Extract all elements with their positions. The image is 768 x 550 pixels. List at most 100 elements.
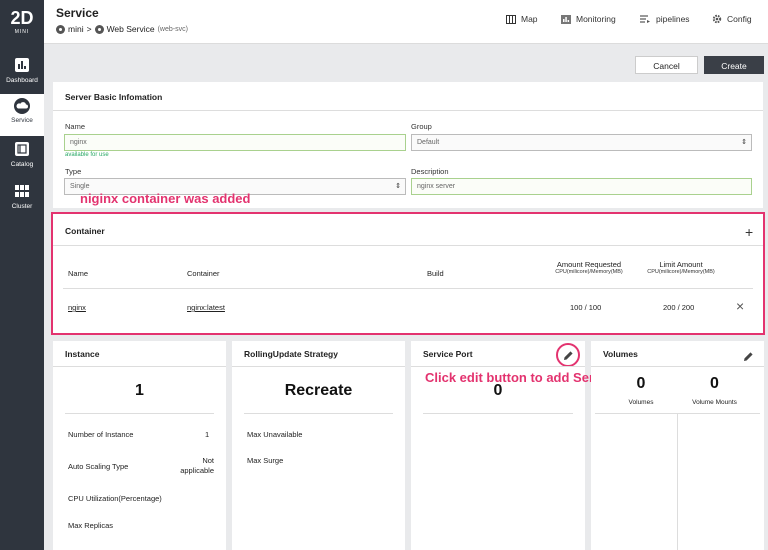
divider — [677, 413, 678, 550]
rolling-update-panel: RollingUpdate Strategy Recreate Max Unav… — [232, 341, 405, 550]
breadcrumb-current: Web Service — [106, 24, 155, 34]
sidebar-item-cluster[interactable]: Cluster — [0, 180, 44, 222]
container-row-image[interactable]: nginx:latest — [187, 303, 225, 312]
nav-map-label: Map — [521, 14, 538, 24]
nav-pipelines-label: pipelines — [656, 14, 690, 24]
sidebar-item-dashboard[interactable]: Dashboard — [0, 54, 44, 96]
select-arrows-icon: ⇕ — [741, 139, 747, 146]
max-replicas-label: Max Replicas — [68, 521, 114, 530]
monitoring-icon — [561, 14, 571, 24]
sidebar-item-service[interactable]: Service — [0, 94, 44, 136]
pencil-icon — [564, 351, 573, 360]
volume-mounts-count-label: Volume Mounts — [692, 399, 737, 406]
breadcrumb-separator: > — [86, 24, 92, 34]
col-limit-amount: Limit Amount CPU(milicore)/Memory(MB) — [631, 260, 731, 275]
divider — [591, 366, 764, 367]
col-limit-amount-unit: CPU(milicore)/Memory(MB) — [647, 269, 715, 275]
pipelines-icon — [640, 15, 650, 23]
sidebar-item-catalog[interactable]: Catalog — [0, 138, 44, 180]
breadcrumb: mini > Web Service (web-svc) — [56, 24, 188, 34]
name-field[interactable]: nginx — [64, 134, 406, 151]
nav-map[interactable]: Map — [506, 14, 538, 24]
breadcrumb-root[interactable]: mini — [68, 24, 84, 34]
cluster-icon — [56, 24, 65, 34]
auto-scaling-type-value: Not applicable — [180, 456, 214, 475]
number-of-instance-label: Number of Instance — [68, 430, 134, 439]
name-validation-hint: available for use — [65, 152, 109, 158]
divider — [232, 366, 405, 367]
panel-title: Server Basic Infomation — [65, 92, 163, 102]
top-header: Service mini > Web Service (web-svc) Map… — [44, 0, 768, 44]
col-amount-requested: Amount Requested CPU(milicore)/Memory(MB… — [539, 260, 639, 275]
max-unavailable-label: Max Unavailable — [247, 430, 303, 439]
sidebar-item-label: Dashboard — [6, 77, 38, 84]
rolling-strategy-value: Recreate — [284, 382, 353, 399]
pencil-icon — [744, 352, 753, 361]
cancel-button[interactable]: Cancel — [635, 56, 698, 74]
sidebar-item-label: Catalog — [10, 161, 34, 168]
catalog-icon — [0, 138, 44, 160]
select-arrows-icon: ⇕ — [395, 183, 401, 190]
sidebar-item-label: Cluster — [11, 203, 33, 210]
divider — [65, 413, 214, 414]
panel-title: Volumes — [603, 349, 638, 359]
create-button[interactable]: Create — [704, 56, 764, 74]
divider — [244, 413, 393, 414]
container-row-name[interactable]: nginx — [68, 303, 86, 312]
col-limit-amount-label: Limit Amount — [659, 260, 703, 269]
auto-scaling-type-label: Auto Scaling Type — [68, 462, 129, 471]
type-label: Type — [65, 167, 82, 176]
nav-config[interactable]: Config — [712, 14, 752, 24]
divider — [53, 245, 763, 246]
max-surge-label: Max Surge — [247, 456, 284, 465]
nav-monitoring[interactable]: Monitoring — [561, 14, 616, 24]
group-select[interactable]: Default ⇕ — [411, 134, 752, 151]
col-build: Build — [427, 269, 444, 278]
remove-container-button[interactable]: × — [736, 298, 744, 314]
cluster-icon — [0, 180, 44, 202]
sidebar: 2D MINI Dashboard Service Catalog Cluste… — [0, 0, 44, 550]
edit-service-port-button[interactable] — [556, 343, 580, 367]
col-name: Name — [68, 269, 89, 278]
group-select-value: Default — [417, 139, 440, 146]
nav-pipelines[interactable]: pipelines — [640, 14, 690, 24]
description-label: Description — [411, 167, 449, 176]
cpu-utilization-label: CPU Utilization(Percentage) — [68, 494, 162, 503]
description-field[interactable]: nginx server — [411, 178, 752, 195]
nav-monitoring-label: Monitoring — [576, 14, 616, 24]
container-panel: Container + Name Container Build Amount … — [51, 212, 765, 335]
add-container-button[interactable]: + — [745, 224, 753, 240]
panel-title: Instance — [65, 349, 100, 359]
name-label: Name — [65, 122, 86, 131]
panel-title: Service Port — [423, 349, 473, 359]
divider — [411, 366, 585, 367]
sidebar-item-label: Service — [11, 117, 33, 124]
nav-config-label: Config — [727, 14, 752, 24]
logo-text: MINI — [14, 29, 30, 35]
col-amount-requested-unit: CPU(milicore)/Memory(MB) — [555, 269, 623, 275]
container-row-requested: 100 / 100 — [570, 303, 602, 312]
breadcrumb-current-id: (web-svc) — [157, 25, 188, 33]
instance-count: 1 — [135, 382, 144, 399]
logo-mark: 2D — [10, 8, 34, 28]
dashboard-icon — [0, 54, 44, 76]
brand-logo[interactable]: 2D MINI — [0, 8, 44, 42]
divider — [423, 413, 573, 414]
instance-panel: Instance 1 Number of Instance 1 Auto Sca… — [53, 341, 226, 550]
group-label: Group — [411, 122, 432, 131]
divider — [53, 366, 226, 367]
volume-mounts-count: 0 — [710, 375, 719, 392]
volumes-panel: Volumes 0 Volumes 0 Volume Mounts — [591, 341, 764, 550]
cloud-icon — [0, 94, 44, 116]
col-amount-requested-label: Amount Requested — [556, 260, 622, 269]
number-of-instance-value: 1 — [205, 430, 210, 439]
container-row-limit: 200 / 200 — [663, 303, 695, 312]
divider — [53, 110, 763, 111]
map-icon — [506, 14, 516, 24]
server-basic-info-panel: Server Basic Infomation Name nginx avail… — [53, 82, 763, 208]
divider — [63, 288, 753, 289]
gear-icon — [712, 14, 722, 24]
service-icon — [94, 24, 104, 34]
col-container: Container — [187, 269, 220, 278]
edit-volumes-button[interactable] — [743, 349, 754, 367]
